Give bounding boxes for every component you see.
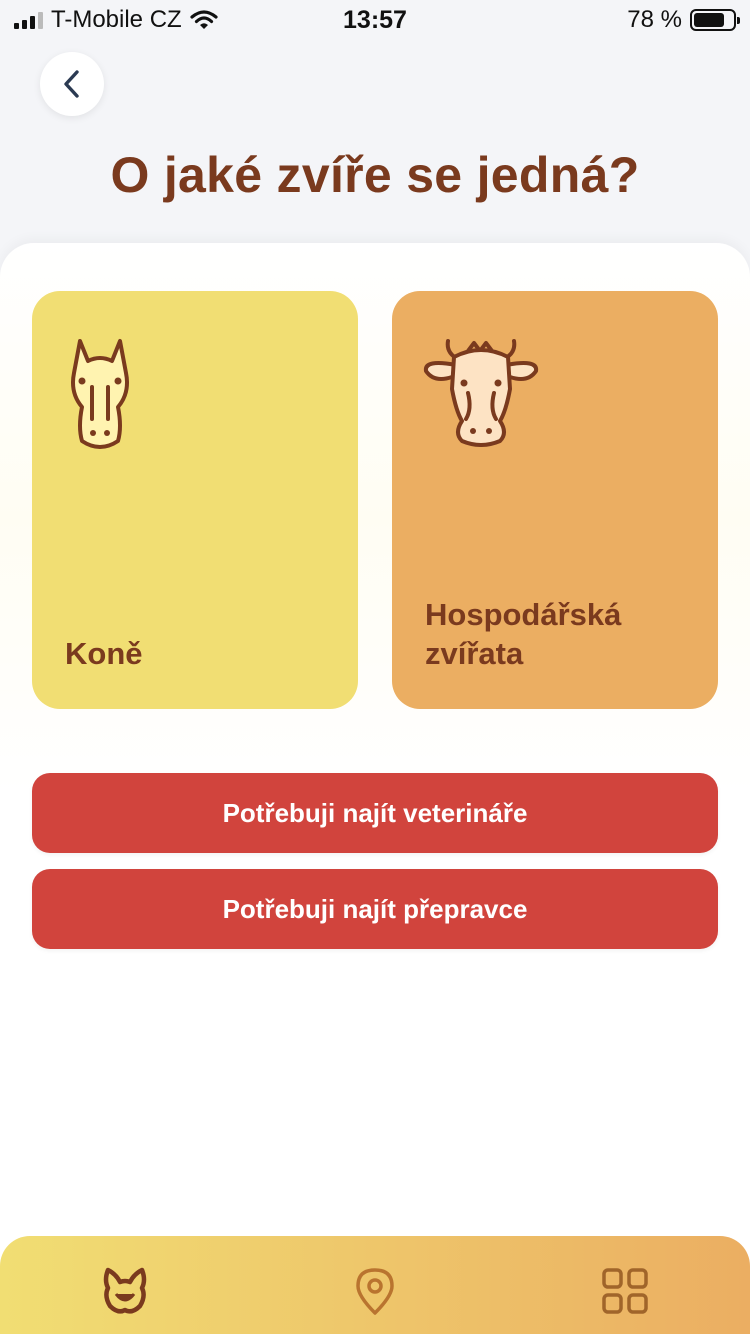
status-right: 78 % [627,6,740,34]
find-vet-button[interactable]: Potřebuji najít veterináře [32,773,718,853]
nav-item-menu[interactable] [600,1266,650,1316]
chevron-left-icon [64,70,79,98]
battery-icon [690,9,740,31]
grid-icon [602,1268,648,1314]
category-card-farm-animals[interactable]: Hospodářská zvířata [392,291,718,709]
nav-item-map[interactable] [350,1266,400,1316]
nav-item-pets[interactable] [100,1266,150,1316]
category-label: Hospodářská zvířata [425,597,622,671]
status-bar: T-Mobile CZ 13:57 78 % [0,0,750,40]
battery-level [694,13,724,27]
battery-percent: 78 % [627,6,682,33]
horse-head-icon [71,339,129,449]
find-transport-button[interactable]: Potřebuji najít přepravce [32,869,718,949]
back-button[interactable] [40,52,104,116]
bottom-nav [0,1236,750,1334]
carrier-name: T-Mobile CZ [51,6,182,33]
wifi-icon [190,10,218,29]
cow-head-icon [423,339,539,447]
page-title: O jaké zvíře se jedná? [110,147,640,203]
map-pin-icon [356,1268,394,1315]
status-left: T-Mobile CZ [14,6,218,34]
signal-icon [14,11,43,29]
category-card-horses[interactable]: Koně [32,291,358,709]
category-label: Koně [65,636,143,671]
pets-icon [103,1267,147,1314]
